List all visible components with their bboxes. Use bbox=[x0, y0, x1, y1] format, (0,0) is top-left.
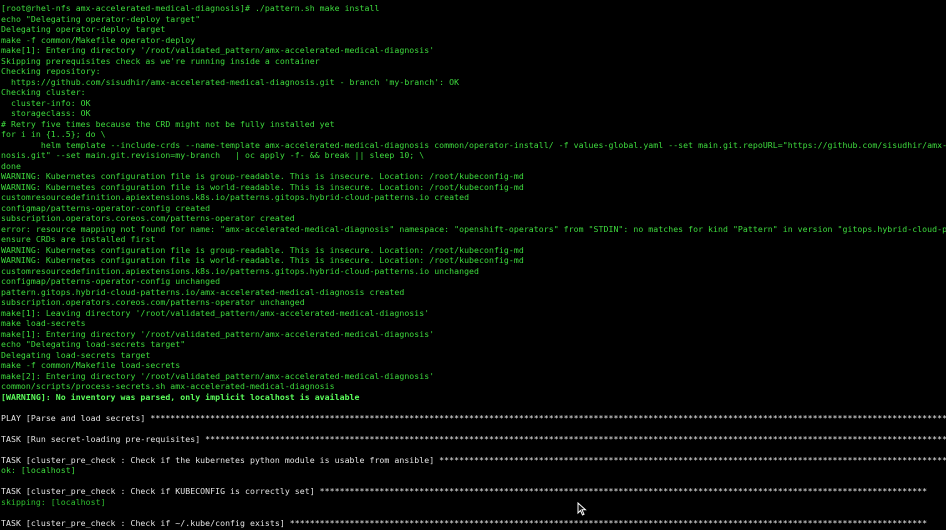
terminal-line: Skipping prerequisites check as we're ru… bbox=[1, 55, 320, 66]
terminal-line: PLAY [Parse and load secrets] **********… bbox=[1, 412, 946, 423]
terminal-line: [root@rhel-nfs amx-accelerated-medical-d… bbox=[1, 3, 380, 13]
terminal-line: WARNING: Kubernetes configuration file i… bbox=[1, 244, 524, 255]
terminal-line: configmap/patterns-operator-config creat… bbox=[1, 202, 211, 213]
terminal-line: [WARNING]: No inventory was parsed, only… bbox=[1, 391, 360, 402]
terminal-line: TASK [cluster_pre_check : Check if the k… bbox=[1, 454, 946, 465]
terminal-line: # Retry five times because the CRD might… bbox=[1, 118, 335, 129]
terminal-line: subscription.operators.coreos.com/patter… bbox=[1, 213, 295, 223]
terminal-line: customresourcedefinition.apiextensions.k… bbox=[1, 265, 480, 276]
terminal-line: storageclass: OK bbox=[1, 108, 91, 118]
terminal-line: Delegating operator-deploy target bbox=[1, 24, 166, 34]
terminal-line: WARNING: Kubernetes configuration file i… bbox=[1, 255, 524, 265]
terminal-line: ok: [localhost] bbox=[1, 465, 76, 475]
terminal-line: cluster-info: OK bbox=[1, 97, 91, 108]
terminal-line: customresourcedefinition.apiextensions.k… bbox=[1, 192, 470, 202]
terminal-line: make -f common/Makefile load-secrets bbox=[1, 360, 181, 370]
terminal-line: skipping: [localhost] bbox=[1, 496, 106, 507]
terminal-line: Checking cluster: bbox=[1, 87, 86, 97]
terminal-line: make[2]: Entering directory '/root/valid… bbox=[1, 370, 435, 381]
terminal-line: make load-secrets bbox=[1, 318, 86, 328]
terminal-line: make[1]: Entering directory '/root/valid… bbox=[1, 328, 435, 339]
terminal-output[interactable]: [root@rhel-nfs amx-accelerated-medical-d… bbox=[1, 3, 946, 530]
terminal-line: error: resource mapping not found for na… bbox=[1, 223, 946, 234]
terminal-line: TASK [Run secret-loading pre-requisites]… bbox=[1, 433, 946, 444]
terminal-line: Checking repository: bbox=[1, 66, 101, 76]
terminal-line: WARNING: Kubernetes configuration file i… bbox=[1, 171, 524, 181]
terminal-line: Delegating load-secrets target bbox=[1, 349, 151, 360]
terminal-line: TASK [cluster_pre_check : Check if KUBEC… bbox=[1, 486, 928, 496]
terminal-line: helm template --include-crds --name-temp… bbox=[40, 139, 946, 150]
terminal-line: WARNING: Kubernetes configuration file i… bbox=[1, 181, 524, 192]
terminal-line: make -f common/Makefile operator-deploy bbox=[1, 34, 196, 45]
terminal-line: nosis.git" --set main.git.revision=my-br… bbox=[1, 150, 425, 160]
terminal-line: echo "Delegating operator-deploy target" bbox=[1, 13, 201, 24]
terminal-line: for i in {1..5}; do \ bbox=[1, 129, 106, 139]
terminal-line: https://github.com/sisudhir/amx-accelera… bbox=[1, 76, 460, 87]
terminal-line: done bbox=[1, 160, 21, 171]
terminal-line: ensure CRDs are installed first bbox=[1, 234, 156, 244]
terminal-line: TASK [cluster_pre_check : Check if ~/.ku… bbox=[1, 517, 928, 528]
terminal-line: configmap/patterns-operator-config uncha… bbox=[1, 276, 221, 286]
terminal-line: subscription.operators.coreos.com/patter… bbox=[1, 297, 305, 307]
terminal-line: pattern.gitops.hybrid-cloud-patterns.io/… bbox=[1, 286, 405, 297]
terminal-line: echo "Delegating load-secrets target" bbox=[1, 339, 186, 349]
terminal-line: make[1]: Entering directory '/root/valid… bbox=[1, 45, 435, 55]
terminal-line: make[1]: Leaving directory '/root/valida… bbox=[1, 307, 430, 318]
terminal-line: common/scripts/process-secrets.sh amx-ac… bbox=[1, 381, 335, 391]
